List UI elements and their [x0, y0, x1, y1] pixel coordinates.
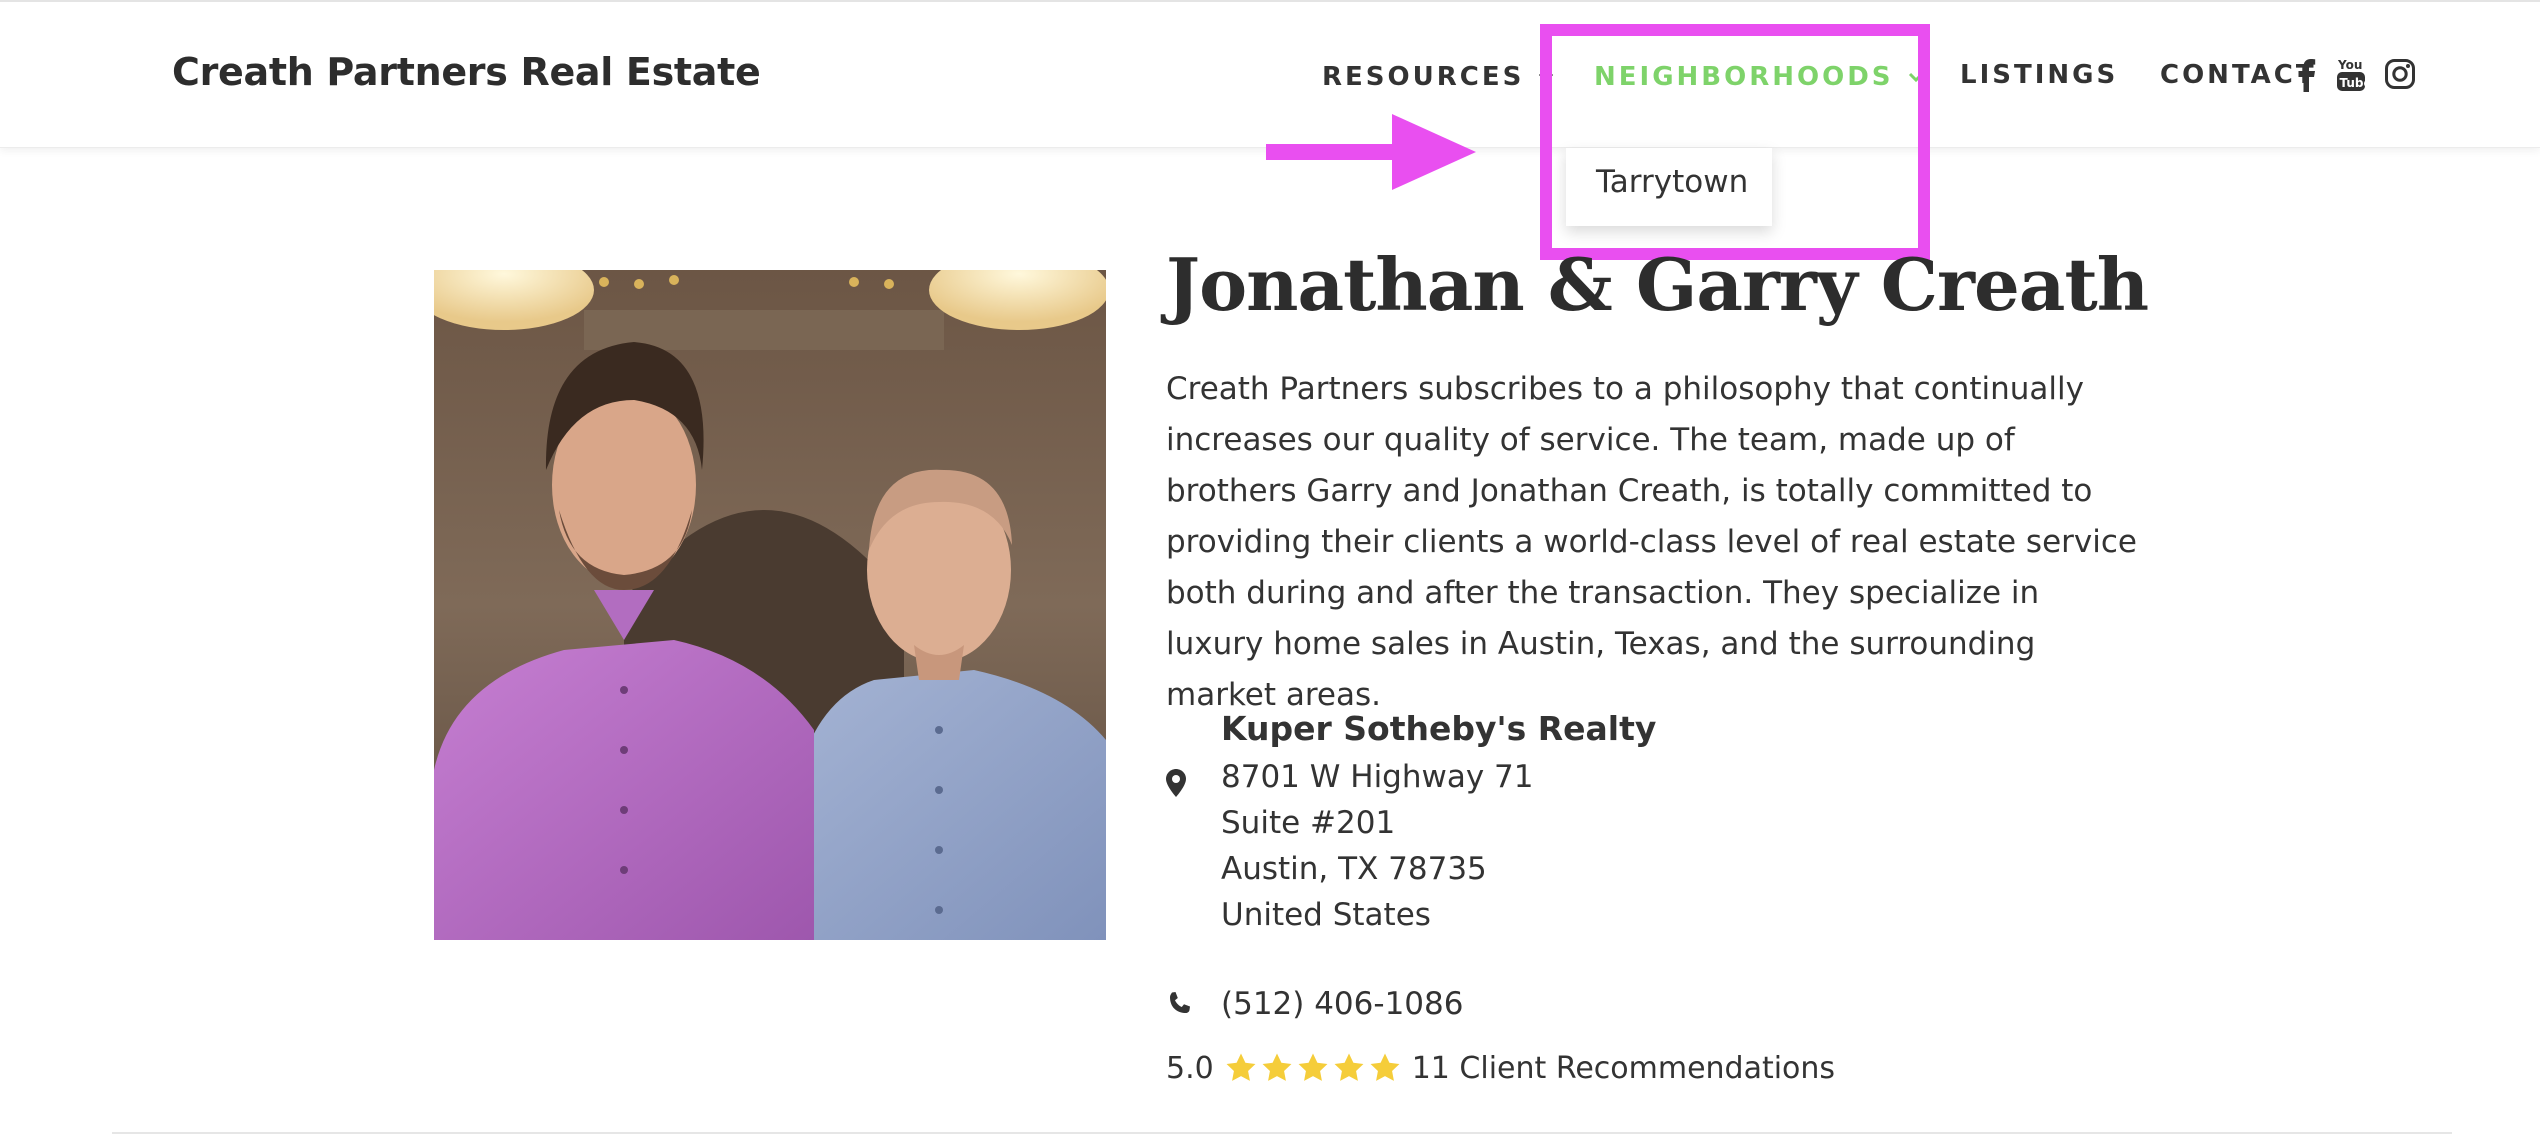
nav-resources[interactable]: RESOURCES [1322, 60, 1554, 92]
site-brand[interactable]: Creath Partners Real Estate [172, 50, 761, 94]
nav-neighborhoods[interactable]: NEIGHBORHOODS [1594, 60, 1924, 92]
office-company: Kuper Sotheby's Realty [1221, 709, 1657, 748]
address-line: United States [1221, 897, 1431, 933]
chevron-down-icon [1908, 60, 1924, 90]
phone-number-link[interactable]: (512) 406-1086 [1221, 986, 1463, 1022]
star-icon [1262, 1053, 1292, 1081]
star-icon [1334, 1053, 1364, 1081]
phone-icon [1166, 991, 1192, 1022]
address-line: Austin, TX 78735 [1221, 851, 1487, 887]
nav-contact[interactable]: CONTACT [2160, 60, 2317, 90]
nav-neighborhoods-label: NEIGHBORHOODS [1594, 62, 1894, 92]
map-pin-icon [1165, 768, 1187, 803]
section-divider [112, 1132, 2452, 1134]
rating-stars [1224, 1051, 1404, 1085]
dropdown-item-tarrytown[interactable]: Tarrytown [1596, 164, 1748, 200]
nav-resources-label: RESOURCES [1322, 62, 1525, 92]
address-line: Suite #201 [1221, 805, 1396, 841]
agent-bio: Creath Partners subscribes to a philosop… [1166, 371, 2137, 713]
top-border [0, 0, 2540, 2]
rating-score: 5.0 [1166, 1050, 1214, 1086]
agent-name-heading: Jonathan & Garry Creath [1166, 242, 2149, 327]
address-line: 8701 W Highway 71 [1221, 759, 1534, 795]
recommendations-link[interactable]: 11 Client Recommendations [1412, 1051, 1835, 1086]
star-icon [1370, 1053, 1400, 1081]
youtube-icon[interactable]: You Tube [2336, 58, 2366, 92]
star-icon [1226, 1053, 1256, 1081]
svg-text:You: You [2337, 58, 2362, 72]
nav-listings[interactable]: LISTINGS [1960, 60, 2118, 90]
facebook-icon[interactable] [2296, 58, 2316, 92]
office-info: Kuper Sotheby's Realty 8701 W Highway 71… [1221, 704, 1656, 938]
svg-text:Tube: Tube [2340, 76, 2367, 90]
instagram-icon[interactable] [2384, 58, 2416, 90]
rating-summary: 5.0 11 Client Recommendations [1166, 1048, 1835, 1088]
chevron-down-icon [1538, 60, 1554, 90]
page: Creath Partners Real Estate RESOURCES NE… [0, 0, 2540, 1142]
star-icon [1298, 1053, 1328, 1081]
neighborhoods-dropdown: Tarrytown [1566, 148, 1772, 226]
agents-photo [434, 270, 1106, 940]
site-header: Creath Partners Real Estate RESOURCES NE… [0, 0, 2540, 148]
